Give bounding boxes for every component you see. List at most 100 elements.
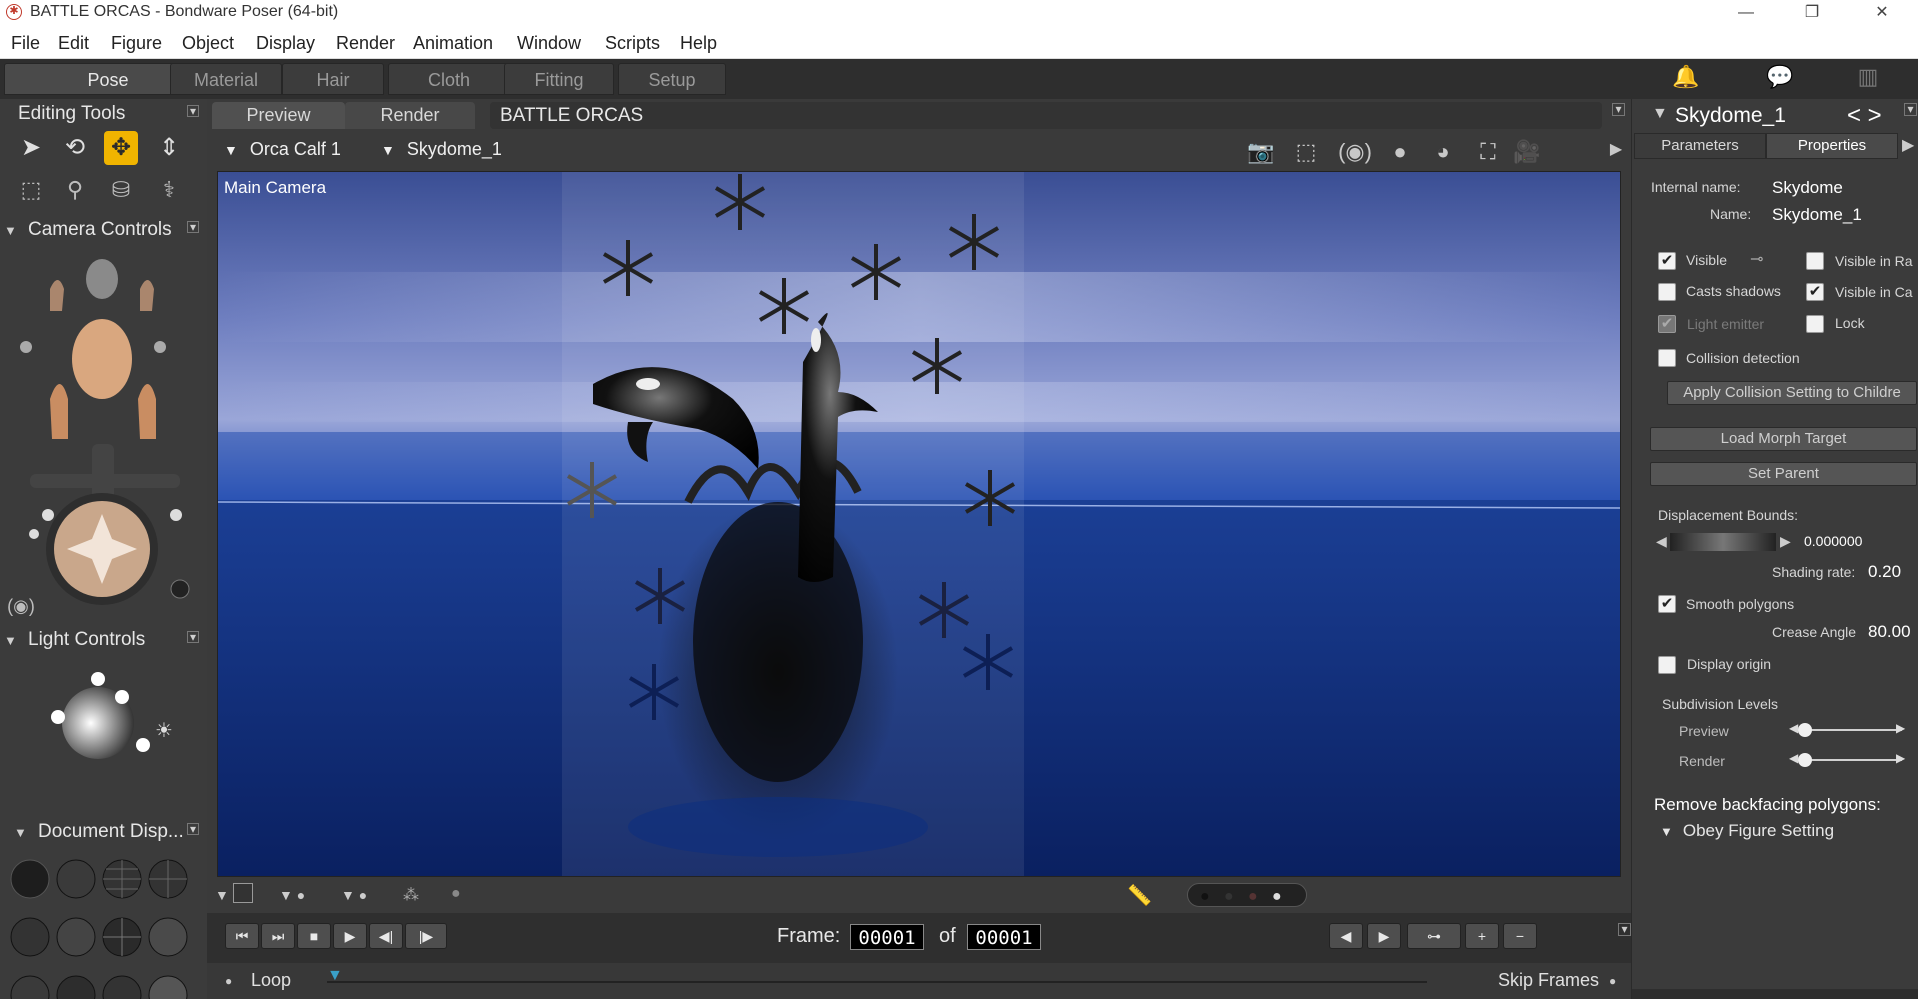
crease-angle-value[interactable]: 80.00 <box>1868 622 1911 642</box>
apply-collision-button[interactable]: Apply Collision Setting to Childre <box>1667 381 1917 405</box>
tab-cloth[interactable]: Cloth <box>388 63 510 95</box>
lock-checkbox[interactable] <box>1806 315 1824 333</box>
camera-controls-header[interactable]: ▼ Camera Controls ▾ <box>0 217 207 245</box>
camera-icon[interactable]: (◉) <box>4 589 38 623</box>
timeline-slider[interactable] <box>327 981 1427 983</box>
visible-checkbox[interactable]: ✔ <box>1658 252 1676 270</box>
slider-right-arrow-icon[interactable]: ▶ <box>1896 751 1905 765</box>
dropdown-arrow-icon[interactable]: ▼ ● <box>279 887 305 903</box>
collision-detection-checkbox[interactable] <box>1658 349 1676 367</box>
tab-parameters[interactable]: Parameters <box>1634 133 1766 159</box>
panel-menu-icon[interactable]: ▾ <box>1904 103 1917 116</box>
camera-controls-widget[interactable] <box>10 249 200 609</box>
rotate-tool-icon[interactable]: ⟲ <box>58 131 92 165</box>
document-display-header[interactable]: ▼ Document Disp... ▾ <box>0 819 207 847</box>
casts-shadows-checkbox[interactable] <box>1658 283 1676 301</box>
morph-brush-icon[interactable]: ⚕ <box>152 173 186 207</box>
menu-render[interactable]: Render <box>336 33 395 54</box>
tab-material[interactable]: Material <box>170 63 282 95</box>
menu-window[interactable]: Window <box>517 33 581 54</box>
menu-help[interactable]: Help <box>680 33 717 54</box>
panel-menu-icon[interactable]: ▾ <box>187 823 199 835</box>
dropdown-arrow-icon[interactable]: ▼ <box>215 887 229 903</box>
menu-file[interactable]: File <box>11 33 40 54</box>
viewport-camera-icon[interactable]: (◉) <box>1338 139 1372 167</box>
tab-hair[interactable]: Hair <box>282 63 384 95</box>
twist-tool-icon[interactable]: ⛁ <box>104 173 138 207</box>
panel-scrollbar[interactable] <box>1632 989 1918 999</box>
light-controls-header[interactable]: ▼ Light Controls ▾ <box>0 627 207 655</box>
3d-viewport[interactable]: Main Camera <box>217 171 1621 877</box>
previous-key-button[interactable]: ◀ <box>1329 923 1363 949</box>
shadow-balls-icon[interactable]: ⁂ <box>403 885 419 905</box>
dropdown-arrow-icon[interactable]: ▼ ● <box>341 887 367 903</box>
add-keyframe-button[interactable]: + <box>1465 923 1499 949</box>
menu-display[interactable]: Display <box>256 33 315 54</box>
sphere-icon[interactable]: ◕ <box>1426 139 1460 167</box>
total-frames-field[interactable]: 00001 <box>967 924 1041 950</box>
animation-menu-icon[interactable]: ▾ <box>1618 923 1631 936</box>
scene-render[interactable] <box>218 172 1621 877</box>
display-origin-checkbox[interactable] <box>1658 656 1676 674</box>
subdivision-render-knob[interactable] <box>1798 753 1812 767</box>
display-style-buttons[interactable] <box>8 849 194 999</box>
panel-menu-icon[interactable]: ▾ <box>187 221 199 233</box>
displacement-bounds-value[interactable]: 0.000000 <box>1804 533 1862 549</box>
obey-figure-dropdown[interactable]: ▼ Obey Figure Setting <box>1660 821 1834 841</box>
loop-radio[interactable]: ● <box>225 974 232 988</box>
dial-left-arrow-icon[interactable]: ◀ <box>1656 533 1667 550</box>
panel-menu-icon[interactable]: ▾ <box>187 105 199 117</box>
last-frame-button[interactable]: ⏭ <box>261 923 295 949</box>
taper-tool-icon[interactable]: ⚲ <box>58 173 92 207</box>
slider-left-arrow-icon[interactable]: ◀ <box>1789 721 1798 735</box>
floor-camera-icon[interactable]: ⛶ <box>1471 139 1505 167</box>
current-frame-field[interactable]: 00001 <box>850 924 924 950</box>
document-menu-icon[interactable]: ▾ <box>1612 103 1625 116</box>
translate-tool-icon[interactable]: ✥ <box>104 131 138 165</box>
collapse-triangle-icon[interactable]: ▼ <box>1652 105 1668 123</box>
tab-setup[interactable]: Setup <box>618 63 726 95</box>
select-camera-icon[interactable]: ⬚ <box>1289 139 1323 167</box>
background-color-swatch[interactable] <box>233 883 253 903</box>
tab-properties[interactable]: Properties <box>1766 133 1898 159</box>
subdivision-preview-knob[interactable] <box>1798 723 1812 737</box>
movie-camera-icon[interactable]: 🎥 <box>1510 139 1544 167</box>
panel-menu-icon[interactable]: ▾ <box>187 631 199 643</box>
visible-in-render-checkbox[interactable] <box>1806 252 1824 270</box>
actor-select[interactable]: ▼ Orca Calf 1 <box>224 139 341 160</box>
skip-frames-radio[interactable]: ● <box>1609 974 1616 988</box>
dial-right-arrow-icon[interactable]: ▶ <box>1780 533 1791 550</box>
next-key-button[interactable]: ▶ <box>1367 923 1401 949</box>
tab-scroll-arrow-icon[interactable]: ▶ <box>1902 135 1914 155</box>
shading-rate-value[interactable]: 0.20 <box>1868 562 1901 582</box>
menu-animation[interactable]: Animation <box>413 33 493 54</box>
figure-select[interactable]: ▼ Skydome_1 <box>381 139 502 160</box>
restore-button[interactable]: ❐ <box>1782 0 1842 25</box>
ruler-icon[interactable]: 📏 <box>1127 883 1152 908</box>
slider-left-arrow-icon[interactable]: ◀ <box>1789 751 1798 765</box>
timeline-marker-icon[interactable]: ▼ <box>327 967 343 985</box>
ground-shadow-icon[interactable]: ● <box>451 885 461 903</box>
minimize-button[interactable]: — <box>1716 0 1776 25</box>
more-arrow-icon[interactable]: ▶ <box>1599 139 1633 167</box>
subdivision-render-slider[interactable] <box>1802 759 1902 761</box>
load-morph-target-button[interactable]: Load Morph Target <box>1650 427 1917 451</box>
tab-fitting[interactable]: Fitting <box>504 63 614 95</box>
name-field[interactable]: Skydome_1 <box>1772 205 1862 225</box>
select-tool-icon[interactable]: ➤ <box>14 131 48 165</box>
menu-edit[interactable]: Edit <box>58 33 89 54</box>
menu-scripts[interactable]: Scripts <box>605 33 660 54</box>
tab-render[interactable]: Render <box>345 102 475 129</box>
displacement-dial[interactable] <box>1670 533 1776 551</box>
next-frame-button[interactable]: |▶ <box>405 923 447 949</box>
menu-object[interactable]: Object <box>182 33 234 54</box>
slider-right-arrow-icon[interactable]: ▶ <box>1896 721 1905 735</box>
translate-in-out-tool-icon[interactable]: ⇕ <box>152 131 186 165</box>
close-button[interactable]: ✕ <box>1852 0 1912 25</box>
menu-figure[interactable]: Figure <box>111 33 162 54</box>
chat-icon[interactable]: 💬 <box>1758 64 1802 94</box>
light-controls-widget[interactable]: ☀ <box>40 667 190 777</box>
delete-keyframe-button[interactable]: − <box>1503 923 1537 949</box>
render-dot-icon[interactable]: ● <box>1383 139 1417 167</box>
subdivision-preview-slider[interactable] <box>1802 729 1902 731</box>
